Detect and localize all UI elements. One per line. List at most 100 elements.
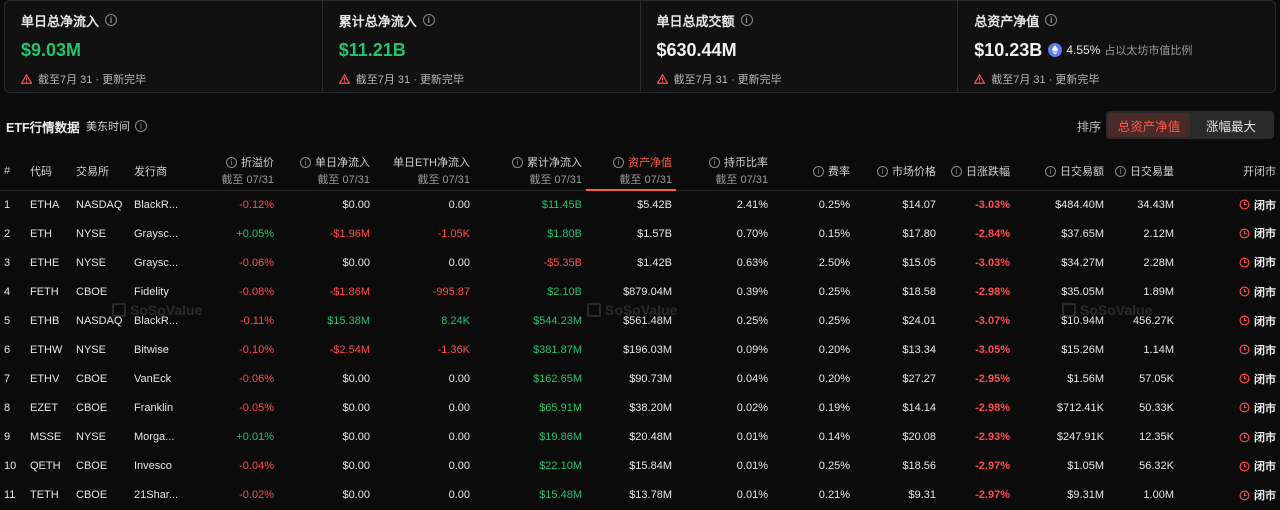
table-row[interactable]: 6 ETHW NYSE Bitwise -0.10% -$2.54M -1.36K $381.… <box>0 335 1280 364</box>
card-title: 单日总净流入 <box>21 13 100 29</box>
cell-premium: -0.05% <box>239 402 274 415</box>
info-icon[interactable]: i <box>1045 165 1056 177</box>
info-icon[interactable]: i <box>613 157 624 168</box>
cell-cum-flow: -$5.35B <box>543 256 582 269</box>
clock-icon <box>1239 461 1250 472</box>
info-icon[interactable]: i <box>226 157 237 169</box>
cell-cum-flow: $544.23M <box>533 314 582 327</box>
cell-premium: -0.11% <box>239 314 274 327</box>
sort-by-nav-button[interactable]: 总资产净值 <box>1108 113 1190 137</box>
cell-volume: 34.43M <box>1137 198 1174 211</box>
cell-premium: -0.08% <box>239 285 274 298</box>
col-header-issuer[interactable]: 发行商 <box>130 152 188 191</box>
cell-price: $14.07 <box>902 198 936 211</box>
info-icon[interactable]: i <box>300 157 311 169</box>
cell-code[interactable]: EZET <box>26 394 72 423</box>
cell-volume: 456.27K <box>1133 314 1174 327</box>
cell-fee: 2.50% <box>818 256 850 269</box>
table-row[interactable]: 7 ETHV CBOE VanEck -0.06% $0.00 0.00 $162.65M $9… <box>0 365 1280 394</box>
table-row[interactable]: 3 ETHE NYSE Graysc... -0.06% $0.00 0.00 -$5.35B… <box>0 248 1280 277</box>
cell-daily-eth-flow: -1.05K <box>437 227 470 240</box>
info-icon[interactable]: i <box>1045 14 1058 26</box>
info-icon[interactable]: i <box>512 157 523 169</box>
cell-issuer: Bitwise <box>134 344 169 357</box>
cell-code[interactable]: ETH <box>26 219 72 248</box>
info-icon[interactable]: i <box>1115 165 1126 177</box>
col-header-daily-eth-flow[interactable]: 单日ETH净流入 截至 07/31 <box>374 152 474 191</box>
cell-idx: 2 <box>4 227 11 240</box>
info-icon[interactable]: i <box>422 14 435 26</box>
table-row[interactable]: 5 ETHB NASDAQ BlackR... -0.11% $15.38M 8.24K $5… <box>0 306 1280 335</box>
cell-nav: $5.42B <box>637 199 672 212</box>
cell-daily-eth-flow: 0.00 <box>448 460 470 473</box>
cell-exchange: CBOE <box>76 460 108 473</box>
col-header-nav[interactable]: i 资产净值 截至 07/31 <box>586 152 676 191</box>
cell-idx: 5 <box>4 314 11 327</box>
info-icon[interactable]: i <box>105 14 118 26</box>
table-row[interactable]: 2 ETH NYSE Graysc... +0.05% -$1.96M -1.05K $1.8… <box>0 219 1280 248</box>
cell-daily-flow: $0.00 <box>342 198 370 211</box>
table-row[interactable]: 10 QETH CBOE Invesco -0.04% $0.00 0.00 $22.10M $… <box>0 452 1280 481</box>
cell-issuer: Morga... <box>134 431 175 444</box>
cell-exchange: NYSE <box>76 344 106 357</box>
cell-status: 闭市 <box>1178 452 1280 481</box>
cell-code[interactable]: QETH <box>26 452 72 481</box>
cell-nav: $879.04M <box>623 285 672 298</box>
col-header-cumulative-flow[interactable]: i 累计净流入 截至 07/31 <box>474 152 586 191</box>
clock-icon <box>1239 228 1250 239</box>
col-header-change[interactable]: i 日涨跌幅 <box>940 152 1014 191</box>
col-header-turnover[interactable]: i 日交易额 <box>1014 152 1108 191</box>
info-icon[interactable]: i <box>813 165 824 177</box>
card-daily-net-inflow: 单日总净流入 i $9.03M 截至7月 31 · 更新完毕 <box>5 1 323 92</box>
col-header-premium[interactable]: i 折溢价 截至 07/31 <box>188 152 278 191</box>
cell-turnover: $9.31M <box>1067 489 1104 502</box>
col-header-exchange[interactable]: 交易所 <box>72 152 130 191</box>
info-icon[interactable]: i <box>951 165 962 177</box>
cell-issuer: Invesco <box>134 460 172 473</box>
cell-daily-eth-flow: 0.00 <box>448 198 470 211</box>
card-daily-total-turnover: 单日总成交额 i $630.44M 截至7月 31 · 更新完毕 <box>641 1 959 92</box>
col-header-daily-flow[interactable]: i 单日净流入 截至 07/31 <box>278 152 374 191</box>
cell-price: $13.34 <box>902 344 936 357</box>
table-row[interactable]: 9 MSSE NYSE Morga... +0.01% $0.00 0.00 $19.86M $… <box>0 423 1280 452</box>
cell-code[interactable]: ETHW <box>26 335 72 364</box>
cell-daily-flow: $15.38M <box>327 314 370 327</box>
info-icon[interactable]: i <box>877 165 888 177</box>
cell-code[interactable]: ETHA <box>26 190 72 219</box>
warning-icon <box>338 74 350 84</box>
cell-cum-flow: $15.48M <box>539 489 582 502</box>
cell-fee: 0.25% <box>818 198 850 211</box>
table-row[interactable]: 1 ETHA NASDAQ BlackR... -0.12% $0.00 0.00 $11.4… <box>0 190 1280 219</box>
cell-daily-eth-flow: 0.00 <box>448 256 470 269</box>
cell-code[interactable]: TETH <box>26 481 72 510</box>
info-icon[interactable]: i <box>709 157 720 169</box>
cell-change: -2.84% <box>975 227 1010 240</box>
cell-status: 闭市 <box>1178 365 1280 394</box>
cell-daily-eth-flow: 0.00 <box>448 373 470 386</box>
card-value: $10.23B <box>974 39 1043 60</box>
cell-code[interactable]: ETHV <box>26 365 72 394</box>
cell-code[interactable]: FETH <box>26 277 72 306</box>
table-row[interactable]: 8 EZET CBOE Franklin -0.05% $0.00 0.00 $65.91M $… <box>0 394 1280 423</box>
cell-exchange: NYSE <box>76 431 106 444</box>
cell-nav: $20.48M <box>629 431 672 444</box>
table-row[interactable]: 11 TETH CBOE 21Shar... -0.02% $0.00 0.00 $15.48… <box>0 481 1280 510</box>
cell-code[interactable]: ETHB <box>26 306 72 335</box>
col-header-price[interactable]: i 市场价格 <box>854 152 940 191</box>
cell-code[interactable]: ETHE <box>26 248 72 277</box>
card-title: 累计总净流入 <box>338 13 417 29</box>
cell-change: -3.07% <box>975 314 1010 327</box>
table-row[interactable]: 4 FETH CBOE Fidelity -0.08% -$1.86M -995.87 $2.… <box>0 277 1280 306</box>
col-header-fee[interactable]: i 费率 <box>772 152 854 191</box>
col-header-volume[interactable]: i 日交易量 <box>1108 152 1178 191</box>
cell-code[interactable]: MSSE <box>26 423 72 452</box>
col-header-code[interactable]: 代码 <box>26 152 72 191</box>
info-icon[interactable]: i <box>135 120 147 132</box>
cell-status: 闭市 <box>1178 248 1280 277</box>
info-icon[interactable]: i <box>740 14 753 26</box>
cell-turnover: $34.27M <box>1061 256 1104 269</box>
cell-volume: 2.28M <box>1143 256 1174 269</box>
cell-daily-eth-flow: 0.00 <box>448 431 470 444</box>
sort-by-top-gainers-button[interactable]: 涨幅最大 <box>1190 113 1272 137</box>
col-header-holding-ratio[interactable]: i 持币比率 截至 07/31 <box>676 152 772 191</box>
